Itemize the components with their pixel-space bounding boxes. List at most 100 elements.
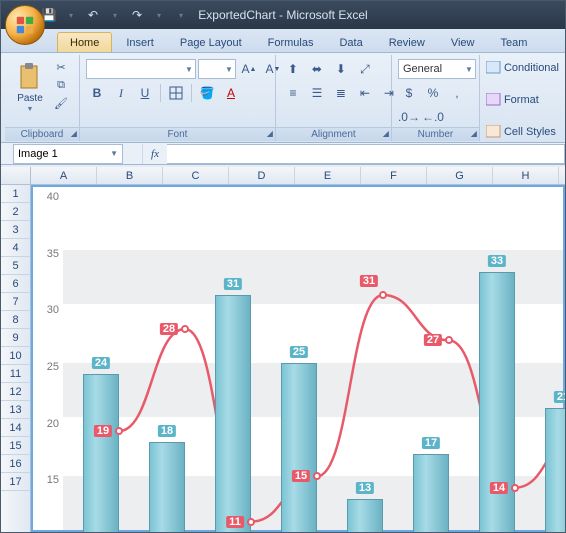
row-10[interactable]: 10: [1, 347, 30, 365]
bar[interactable]: 31: [215, 295, 251, 533]
chart-object[interactable]: 403530252015 241831251317332128192811153…: [31, 185, 565, 532]
line-point[interactable]: [247, 518, 255, 526]
tab-review[interactable]: Review: [377, 33, 437, 52]
bold-button[interactable]: B: [86, 83, 108, 103]
col-B[interactable]: B: [97, 167, 163, 184]
tab-page-layout[interactable]: Page Layout: [168, 33, 254, 52]
increase-decimal-icon[interactable]: .0→: [398, 107, 420, 127]
number-format-combo[interactable]: General▼: [398, 59, 476, 79]
bar[interactable]: 24: [83, 374, 119, 533]
align-right-icon[interactable]: ≣: [330, 83, 352, 103]
tab-data[interactable]: Data: [327, 33, 374, 52]
undo-dd[interactable]: ▾: [107, 7, 123, 23]
bar[interactable]: 25: [281, 363, 317, 533]
row-15[interactable]: 15: [1, 437, 30, 455]
line-point[interactable]: [445, 336, 453, 344]
row-7[interactable]: 7: [1, 293, 30, 311]
line-point[interactable]: [511, 484, 519, 492]
align-launcher[interactable]: ◢: [383, 129, 389, 138]
row-16[interactable]: 16: [1, 455, 30, 473]
redo-dd[interactable]: ▾: [151, 7, 167, 23]
col-H[interactable]: H: [493, 167, 559, 184]
format-as-table-button[interactable]: Format: [486, 91, 559, 109]
copy-icon[interactable]: ⧉: [53, 77, 69, 93]
select-all-corner[interactable]: [1, 167, 31, 185]
name-box[interactable]: Image 1▼: [13, 144, 123, 164]
row-17[interactable]: 17: [1, 473, 30, 491]
tab-home[interactable]: Home: [57, 32, 112, 52]
align-top-icon[interactable]: ⬆: [282, 59, 304, 79]
paste-icon: [18, 63, 42, 91]
font-size-combo[interactable]: ▼: [198, 59, 236, 79]
cut-icon[interactable]: ✂: [53, 59, 69, 75]
formula-input[interactable]: [167, 144, 565, 164]
grow-font-icon[interactable]: A▲: [238, 59, 260, 79]
col-A[interactable]: A: [31, 167, 97, 184]
orientation-icon[interactable]: ⤢: [354, 59, 376, 79]
borders-button[interactable]: [165, 83, 187, 103]
bar[interactable]: 17: [413, 454, 449, 533]
line-point[interactable]: [313, 472, 321, 480]
line-point[interactable]: [181, 325, 189, 333]
align-bottom-icon[interactable]: ⬇: [330, 59, 352, 79]
font-label: Font◢: [80, 127, 275, 141]
accounting-button[interactable]: $: [398, 83, 420, 103]
qat-custom-dd[interactable]: ▾: [173, 7, 189, 23]
line-point[interactable]: [379, 291, 387, 299]
number-launcher[interactable]: ◢: [471, 129, 477, 138]
cancel-icon[interactable]: [123, 144, 143, 164]
row-14[interactable]: 14: [1, 419, 30, 437]
decrease-decimal-icon[interactable]: ←.0: [422, 107, 444, 127]
row-13[interactable]: 13: [1, 401, 30, 419]
col-C[interactable]: C: [163, 167, 229, 184]
font-color-button[interactable]: A: [220, 83, 242, 103]
decrease-indent-icon[interactable]: ⇤: [354, 83, 376, 103]
bar[interactable]: 33: [479, 272, 515, 533]
row-6[interactable]: 6: [1, 275, 30, 293]
tab-team[interactable]: Team: [488, 33, 539, 52]
bar-label: 31: [224, 278, 242, 290]
row-4[interactable]: 4: [1, 239, 30, 257]
font-name-combo[interactable]: ▼: [86, 59, 196, 79]
row-1[interactable]: 1: [1, 185, 30, 203]
tab-insert[interactable]: Insert: [114, 33, 166, 52]
tab-formulas[interactable]: Formulas: [256, 33, 326, 52]
line-point[interactable]: [115, 427, 123, 435]
font-launcher[interactable]: ◢: [267, 129, 273, 138]
align-middle-icon[interactable]: ⬌: [306, 59, 328, 79]
col-D[interactable]: D: [229, 167, 295, 184]
fill-color-button[interactable]: 🪣: [196, 83, 218, 103]
row-8[interactable]: 8: [1, 311, 30, 329]
cell-styles-button[interactable]: Cell Styles: [486, 123, 559, 141]
redo-icon[interactable]: ↷: [129, 7, 145, 23]
row-2[interactable]: 2: [1, 203, 30, 221]
paste-button[interactable]: Paste ▼: [11, 57, 49, 119]
group-styles: Conditional Format Cell Styles: [480, 55, 565, 141]
align-center-icon[interactable]: ☰: [306, 83, 328, 103]
row-11[interactable]: 11: [1, 365, 30, 383]
row-3[interactable]: 3: [1, 221, 30, 239]
row-9[interactable]: 9: [1, 329, 30, 347]
col-G[interactable]: G: [427, 167, 493, 184]
italic-button[interactable]: I: [110, 83, 132, 103]
row-5[interactable]: 5: [1, 257, 30, 275]
underline-button[interactable]: U: [134, 83, 156, 103]
line-series: [63, 193, 363, 343]
office-button[interactable]: [5, 5, 45, 45]
col-E[interactable]: E: [295, 167, 361, 184]
namebox-dd-icon[interactable]: ▼: [110, 149, 118, 158]
tab-view[interactable]: View: [439, 33, 487, 52]
bar[interactable]: 18: [149, 442, 185, 533]
undo-icon[interactable]: ↶: [85, 7, 101, 23]
bar[interactable]: 21: [545, 408, 566, 533]
conditional-formatting-button[interactable]: Conditional: [486, 59, 559, 77]
comma-button[interactable]: ,: [446, 83, 468, 103]
col-F[interactable]: F: [361, 167, 427, 184]
clipboard-launcher[interactable]: ◢: [71, 129, 77, 138]
percent-button[interactable]: %: [422, 83, 444, 103]
format-painter-icon[interactable]: 🖌: [53, 95, 69, 111]
bar[interactable]: 13: [347, 499, 383, 533]
align-left-icon[interactable]: ≡: [282, 83, 304, 103]
fx-button[interactable]: fx: [143, 144, 167, 164]
row-12[interactable]: 12: [1, 383, 30, 401]
